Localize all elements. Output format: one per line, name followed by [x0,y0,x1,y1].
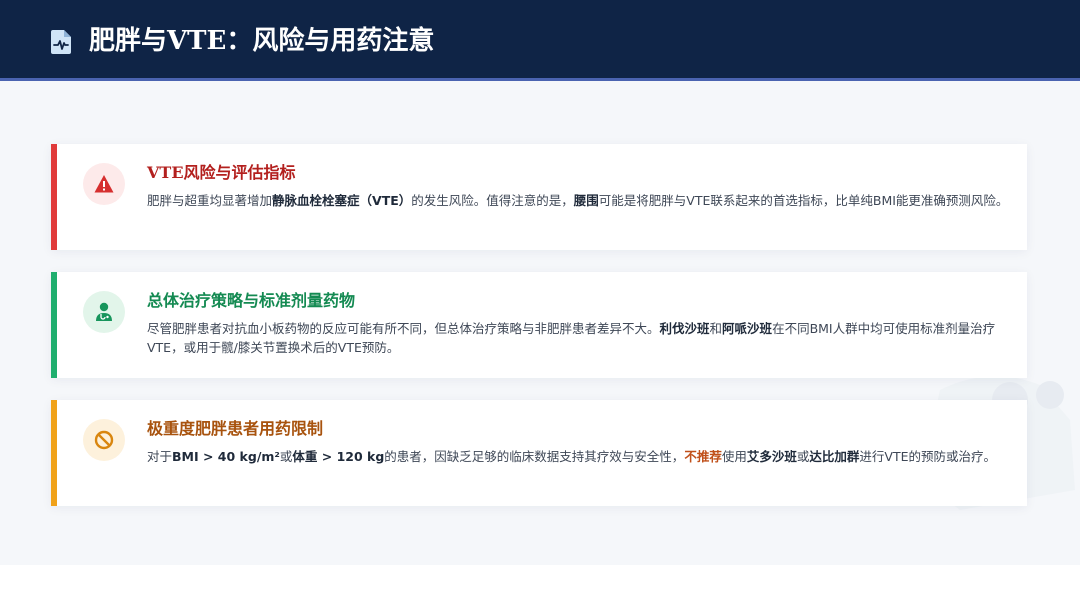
body-text-segment: 肥胖与超重均显著增加 [147,193,273,208]
body-text-segment: 对于 [147,449,173,464]
body-text-segment: 使用 [721,449,747,464]
body-text-segment: 和 [709,321,723,336]
emphasis-text: BMI > 40 kg/m² [172,449,280,464]
emphasis-text: 腰围 [573,193,599,208]
body-text-segment: 的患者，因缺乏足够的临床数据支持其疗效与安全性， [384,449,685,464]
body-text-segment: 或 [796,449,810,464]
body-text-segment: 进行VTE的预防或治疗。 [859,449,996,464]
card-icon-badge [83,291,125,333]
medical-document-icon [51,30,71,54]
emphasis-text: 阿哌沙班 [722,321,773,336]
card-icon-badge [83,163,125,205]
card-body-text: 尽管肥胖患者对抗血小板药物的反应可能有所不同，但总体治疗策略与非肥胖患者差异不大… [147,319,1009,357]
footer-band [0,565,1080,608]
body-text-segment: 或 [279,449,293,464]
dosing-restriction-card: 极重度肥胖患者用药限制 对于BMI > 40 kg/m²或体重 > 120 kg… [51,400,1027,506]
page-title: 肥胖与VTE：风险与用药注意 [89,26,435,56]
emphasis-text: 艾多沙班 [746,449,797,464]
emphasis-text: 利伐沙班 [659,321,710,336]
warning-triangle-icon [94,175,114,193]
emphasis-text: 体重 > 120 kg [292,449,385,464]
card-title: 极重度肥胖患者用药限制 [147,419,324,438]
treatment-strategy-card: 总体治疗策略与标准剂量药物 尽管肥胖患者对抗血小板药物的反应可能有所不同，但总体… [51,272,1027,378]
card-title: VTE风险与评估指标 [147,163,296,182]
body-text-segment: 可能是将肥胖与VTE联系起来的首选指标，比单纯BMI能更准确预测风险。 [598,193,1009,208]
card-title: 总体治疗策略与标准剂量药物 [147,291,356,310]
card-accent-bar [51,400,57,506]
card-accent-bar [51,144,57,250]
card-accent-bar [51,272,57,378]
body-text-segment: 尽管肥胖患者对抗血小板药物的反应可能有所不同，但总体治疗策略与非肥胖患者差异不大… [147,321,660,336]
card-body-text: 对于BMI > 40 kg/m²或体重 > 120 kg的患者，因缺乏足够的临床… [147,447,1009,466]
emphasis-text: 达比加群 [809,449,860,464]
prohibited-icon [94,430,114,450]
body-text-segment: 的发生风险。值得注意的是， [411,193,574,208]
card-body-text: 肥胖与超重均显著增加静脉血栓栓塞症（VTE）的发生风险。值得注意的是，腰围可能是… [147,191,1009,210]
risk-assessment-card: VTE风险与评估指标 肥胖与超重均显著增加静脉血栓栓塞症（VTE）的发生风险。值… [51,144,1027,250]
header-bar: 肥胖与VTE：风险与用药注意 [0,0,1080,81]
doctor-icon [96,302,112,321]
emphasis-text: 不推荐 [684,449,722,464]
card-icon-badge [83,419,125,461]
emphasis-text: 静脉血栓栓塞症（VTE） [272,193,412,208]
